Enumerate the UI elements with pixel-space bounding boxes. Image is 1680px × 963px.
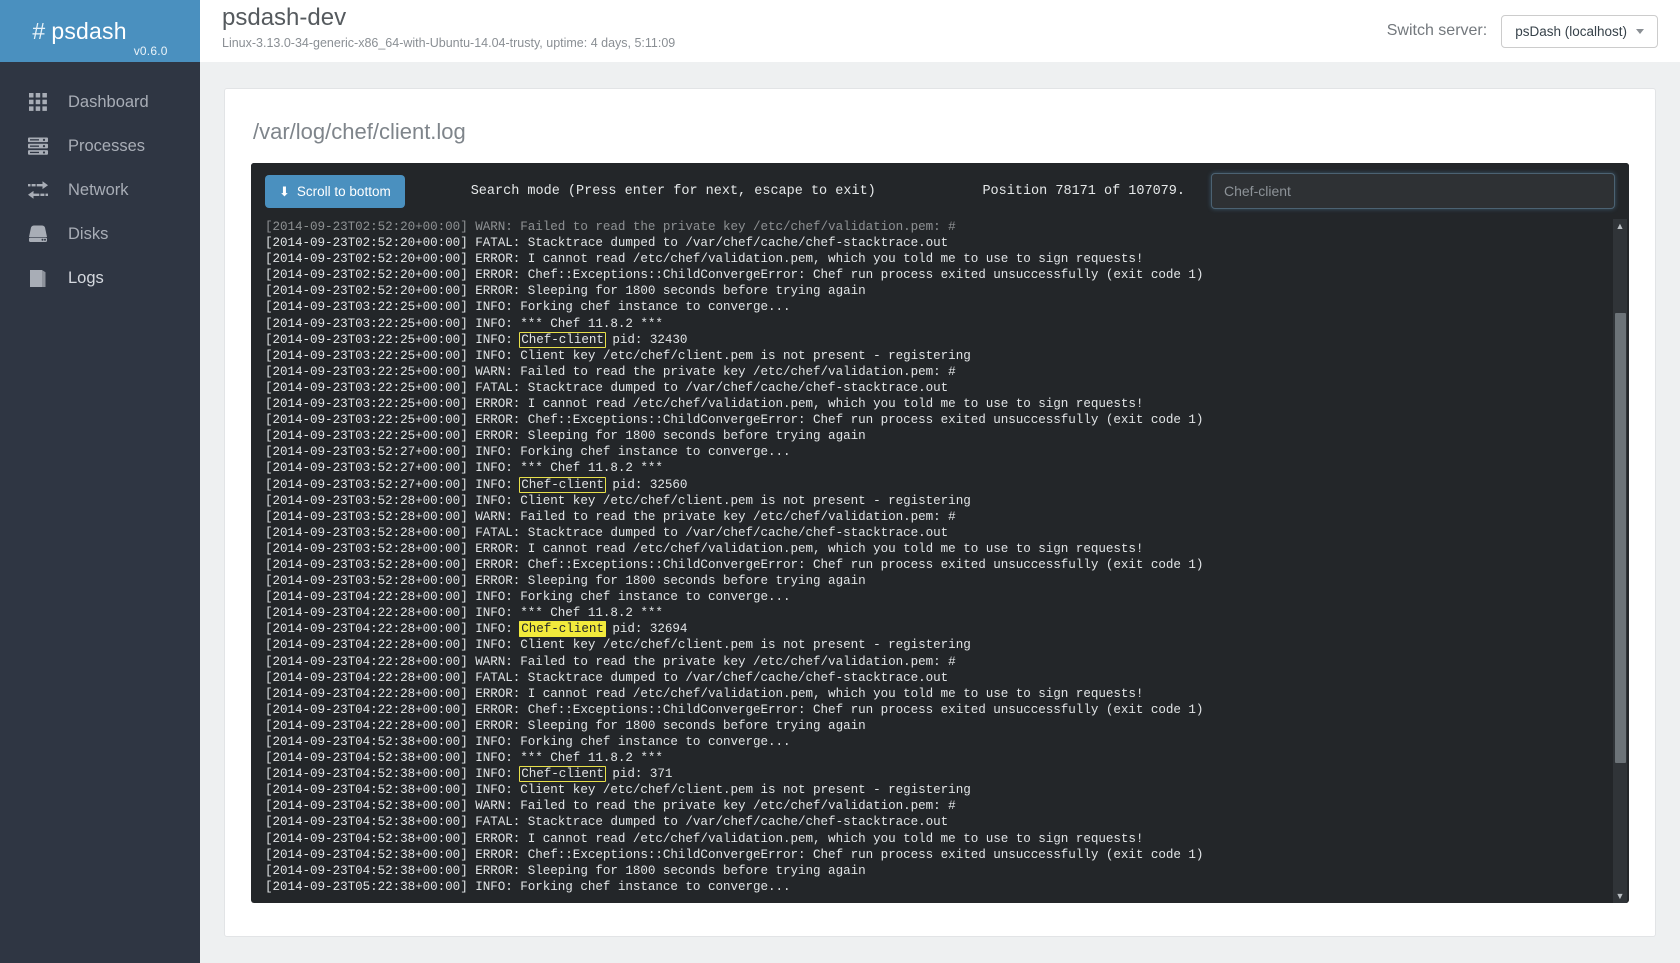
sidebar-item-label: Dashboard (68, 92, 149, 111)
log-line: [2014-09-23T02:52:20+00:00] ERROR: I can… (265, 252, 1144, 267)
log-line: [2014-09-23T04:52:38+00:00] INFO: Client… (265, 783, 971, 798)
log-line: [2014-09-23T03:22:25+00:00] INFO: Chef-c… (265, 331, 688, 348)
log-line: [2014-09-23T03:52:28+00:00] ERROR: Chef:… (265, 557, 1204, 572)
server-switcher: Switch server: psDash (localhost) (1387, 0, 1680, 62)
sidebar-item-label: Logs (68, 268, 104, 287)
log-line: [2014-09-23T04:22:28+00:00] INFO: Forkin… (265, 590, 791, 605)
log-line: [2014-09-23T03:52:28+00:00] WARN: Failed… (265, 509, 956, 524)
sidebar-item-disks[interactable]: Disks (0, 212, 200, 256)
log-line: [2014-09-23T04:22:28+00:00] ERROR: Chef:… (265, 702, 1204, 717)
log-line: [2014-09-23T02:52:20+00:00] ERROR: Sleep… (265, 284, 866, 299)
log-line: [2014-09-23T03:52:27+00:00] INFO: Chef-c… (265, 476, 688, 493)
log-line: [2014-09-23T04:52:38+00:00] ERROR: Sleep… (265, 863, 866, 878)
log-line: [2014-09-23T02:52:20+00:00] WARN: Failed… (265, 220, 956, 234)
sidebar-item-dashboard[interactable]: Dashboard (0, 80, 200, 124)
brand-logo[interactable]: # psdash v0.6.0 (0, 0, 200, 62)
log-line: [2014-09-23T04:22:28+00:00] FATAL: Stack… (265, 670, 949, 685)
log-line: [2014-09-23T04:22:28+00:00] WARN: Failed… (265, 654, 956, 669)
log-line: [2014-09-23T03:22:25+00:00] WARN: Failed… (265, 364, 956, 379)
log-scrollbar-thumb[interactable] (1615, 313, 1626, 763)
log-line: [2014-09-23T02:52:20+00:00] FATAL: Stack… (265, 236, 949, 251)
log-toolbar: ⬇ Scroll to bottom Search mode (Press en… (251, 163, 1629, 219)
log-line: [2014-09-23T05:22:38+00:00] INFO: Forkin… (265, 879, 791, 894)
server-select-button[interactable]: psDash (localhost) (1501, 14, 1658, 48)
log-line: [2014-09-23T04:22:28+00:00] ERROR: I can… (265, 686, 1144, 701)
log-line: [2014-09-23T04:22:28+00:00] INFO: *** Ch… (265, 606, 663, 621)
scroll-to-bottom-button[interactable]: ⬇ Scroll to bottom (265, 174, 405, 208)
sidebar: Dashboard Processes Network Disks Logs (0, 62, 200, 963)
log-line: [2014-09-23T04:22:28+00:00] INFO: Client… (265, 638, 971, 653)
log-line: [2014-09-23T03:22:25+00:00] INFO: Client… (265, 348, 971, 363)
log-line: [2014-09-23T03:22:25+00:00] ERROR: I can… (265, 397, 1144, 412)
sidebar-item-network[interactable]: Network (0, 168, 200, 212)
log-line: [2014-09-23T03:52:28+00:00] INFO: Client… (265, 493, 971, 508)
scroll-to-bottom-label: Scroll to bottom (296, 183, 391, 199)
network-arrows-icon (26, 178, 50, 202)
log-line: [2014-09-23T04:52:38+00:00] ERROR: I can… (265, 831, 1144, 846)
grid-icon (26, 90, 50, 114)
psdash-app: # psdash v0.6.0 psdash-dev Linux-3.13.0-… (0, 0, 1680, 963)
log-line: [2014-09-23T03:52:28+00:00] FATAL: Stack… (265, 525, 949, 540)
log-file-path: /var/log/chef/client.log (253, 119, 466, 144)
brand-version: v0.6.0 (133, 44, 168, 58)
search-input[interactable] (1211, 173, 1615, 209)
log-line: [2014-09-23T04:52:38+00:00] ERROR: Chef:… (265, 847, 1204, 862)
log-line: [2014-09-23T03:22:25+00:00] INFO: *** Ch… (265, 316, 663, 331)
log-line: [2014-09-23T04:52:38+00:00] INFO: *** Ch… (265, 751, 663, 766)
sidebar-item-label: Disks (68, 224, 109, 243)
search-match: Chef-client (519, 476, 606, 493)
arrow-down-icon: ⬇ (279, 183, 290, 199)
main-content: /var/log/chef/client.log ⬇ Scroll to bot… (200, 62, 1680, 963)
switch-server-label: Switch server: (1386, 22, 1488, 39)
log-line: [2014-09-23T03:52:27+00:00] INFO: *** Ch… (265, 461, 663, 476)
host-info: psdash-dev Linux-3.13.0-34-generic-x86_6… (200, 0, 1387, 62)
app-body: Dashboard Processes Network Disks Logs /… (0, 62, 1680, 963)
log-line: [2014-09-23T03:52:28+00:00] ERROR: I can… (265, 541, 1144, 556)
log-output[interactable]: [2014-09-23T02:52:20+00:00] WARN: Failed… (251, 219, 1629, 903)
log-line: [2014-09-23T03:22:25+00:00] ERROR: Sleep… (265, 429, 866, 444)
log-line: [2014-09-23T03:52:27+00:00] INFO: Forkin… (265, 445, 791, 460)
log-panel: /var/log/chef/client.log ⬇ Scroll to bot… (224, 88, 1656, 937)
log-line: [2014-09-23T03:52:28+00:00] ERROR: Sleep… (265, 574, 866, 589)
list-icon (26, 134, 50, 158)
scrollbar-up-arrow-icon[interactable]: ▲ (1613, 219, 1627, 233)
log-line: [2014-09-23T04:52:38+00:00] INFO: Chef-c… (265, 766, 673, 783)
sidebar-item-label: Network (68, 180, 129, 199)
top-bar: # psdash v0.6.0 psdash-dev Linux-3.13.0-… (0, 0, 1680, 62)
log-line: [2014-09-23T04:22:28+00:00] INFO: Chef-c… (265, 621, 688, 638)
log-line: [2014-09-23T02:52:20+00:00] ERROR: Chef:… (265, 268, 1204, 283)
search-match-current: Chef-client (519, 621, 606, 638)
log-line: [2014-09-23T04:52:38+00:00] INFO: Forkin… (265, 735, 791, 749)
search-mode-hint: Search mode (Press enter for next, escap… (470, 183, 876, 199)
disk-icon (26, 222, 50, 246)
log-line: [2014-09-23T03:22:25+00:00] ERROR: Chef:… (265, 413, 1204, 428)
sidebar-item-processes[interactable]: Processes (0, 124, 200, 168)
scrollbar-down-arrow-icon[interactable]: ▼ (1613, 889, 1627, 903)
chevron-down-icon (1636, 28, 1644, 34)
host-meta: Linux-3.13.0-34-generic-x86_64-with-Ubun… (222, 36, 676, 51)
book-icon (26, 266, 50, 290)
log-line: [2014-09-23T04:52:38+00:00] FATAL: Stack… (265, 815, 949, 830)
brand-name: psdash (51, 17, 127, 44)
sidebar-item-logs[interactable]: Logs (0, 256, 200, 300)
search-match: Chef-client (519, 331, 606, 348)
sidebar-item-label: Processes (68, 136, 146, 155)
server-select-value: psDash (localhost) (1515, 23, 1627, 39)
log-line: [2014-09-23T03:22:25+00:00] INFO: Forkin… (265, 300, 791, 315)
log-line: [2014-09-23T04:52:38+00:00] WARN: Failed… (265, 799, 956, 814)
log-line: [2014-09-23T03:22:25+00:00] FATAL: Stack… (265, 380, 949, 395)
position-indicator: Position 78171 of 107079. (982, 183, 1185, 199)
search-match: Chef-client (519, 766, 606, 783)
log-viewer: ⬇ Scroll to bottom Search mode (Press en… (251, 163, 1629, 903)
hash-icon: # (32, 17, 46, 44)
page-title: psdash-dev (222, 4, 347, 31)
log-line: [2014-09-23T04:22:28+00:00] ERROR: Sleep… (265, 718, 866, 733)
